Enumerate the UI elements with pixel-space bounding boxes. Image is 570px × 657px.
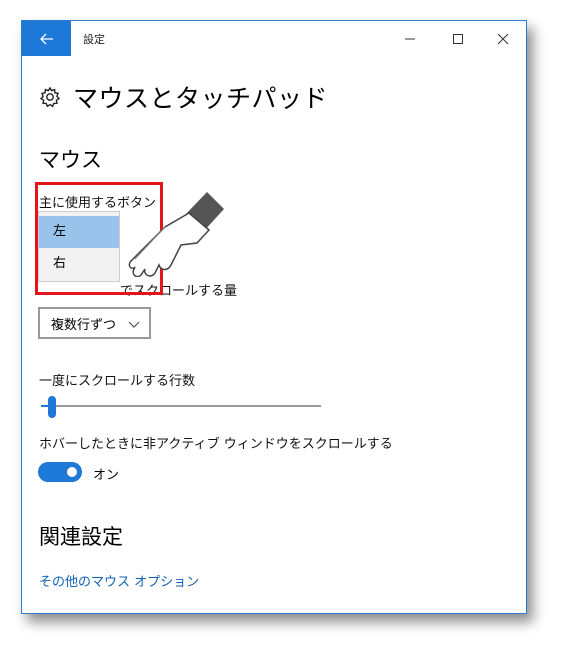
toggle-state-label: オン <box>93 468 120 483</box>
scroll-lines-slider-track[interactable] <box>41 405 321 407</box>
page-header: マウスとタッチパッド <box>39 79 328 115</box>
back-button[interactable] <box>22 21 71 56</box>
scroll-lines-label: 一度にスクロールする行数 <box>39 374 196 389</box>
close-icon <box>497 33 509 44</box>
page-title: マウスとタッチパッド <box>73 84 329 113</box>
gear-icon <box>39 86 61 108</box>
chevron-down-icon <box>128 321 140 328</box>
scroll-lines-slider-thumb[interactable] <box>47 396 56 418</box>
minimize-button[interactable] <box>387 21 433 56</box>
minimize-icon <box>405 38 415 39</box>
title-bar: 設定 <box>22 21 526 56</box>
additional-mouse-options-link[interactable]: その他のマウス オプション <box>39 571 199 590</box>
wheel-scroll-select[interactable]: 複数行ずつ <box>38 307 151 339</box>
wheel-scroll-value: 複数行ずつ <box>51 317 117 333</box>
section-title-related: 関連設定 <box>39 525 123 549</box>
hover-scroll-toggle[interactable] <box>38 462 82 482</box>
hover-scroll-label: ホバーしたときに非アクティブ ウィンドウをスクロールする <box>39 437 393 452</box>
pointing-hand-icon <box>128 192 224 277</box>
settings-window: 設定 マウスとタッチパッド マウス 主に使用するボタン でスクロールする量 左 … <box>21 20 527 614</box>
arrow-left-icon <box>39 33 53 44</box>
maximize-icon <box>453 33 463 44</box>
section-title-mouse: マウス <box>39 148 102 172</box>
close-button[interactable] <box>480 21 526 56</box>
window-title: 設定 <box>83 33 105 46</box>
maximize-button[interactable] <box>435 21 481 56</box>
toggle-knob <box>67 467 77 477</box>
